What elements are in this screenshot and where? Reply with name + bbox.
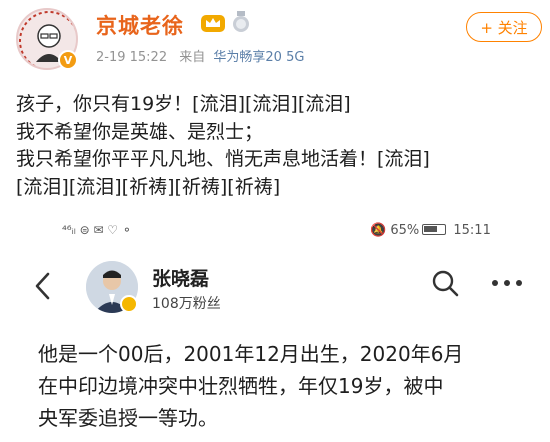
verified-v-icon: V: [58, 50, 78, 70]
more-icon[interactable]: [488, 268, 526, 298]
mute-icon: 🔕: [370, 223, 387, 238]
post-text-line: 我不希望你是英雄、是烈士；: [16, 120, 264, 143]
status-icons-right: 🔕 65% 15:11: [370, 223, 491, 238]
bio-line: 在中印边境冲突中壮烈牺牲，年仅19岁，被中: [38, 374, 444, 398]
post-text-line: 我只希望你平平凡凡地、悄无声息地活着！[流泪]: [16, 148, 430, 170]
crown-icon: [201, 15, 225, 32]
profile-bio-text: 他是一个00后，2001年12月出生，2020年6月 在中印边境冲突中壮烈牺牲，…: [38, 338, 538, 434]
status-bar: ⁴⁶ᵢₗ ⊜ ✉ ♡ ⚬ 🔕 65% 15:11: [0, 218, 550, 246]
profile-nav: 张晓磊 108万粉丝: [0, 258, 550, 324]
post-date: 2-19 15:22: [96, 50, 168, 65]
embedded-screenshot[interactable]: ⁴⁶ᵢₗ ⊜ ✉ ♡ ⚬ 🔕 65% 15:11 张晓磊 108万粉丝 他是一个…: [0, 218, 550, 442]
post-text: 孩子，你只有19岁！[流泪][流泪][流泪] 我不希望你是英雄、是烈士； 我只希…: [16, 91, 536, 201]
post-meta: 2-19 15:22 来自 华为畅享20 5G: [96, 46, 304, 65]
battery-percent: 65%: [390, 223, 420, 238]
back-icon[interactable]: [30, 268, 56, 304]
post-text-line: 孩子，你只有19岁！[流泪][流泪][流泪]: [16, 93, 351, 115]
username[interactable]: 京城老徐: [96, 10, 184, 40]
medal-icon: [233, 11, 249, 32]
bio-line: 央军委追授一等功。: [38, 406, 218, 430]
status-icons-left: ⁴⁶ᵢₗ ⊜ ✉ ♡ ⚬: [62, 223, 132, 237]
search-icon[interactable]: [430, 268, 460, 298]
post-text-line: [流泪][流泪][祈祷][祈祷][祈祷]: [16, 175, 281, 198]
bio-line: 他是一个00后，2001年12月出生，2020年6月: [38, 342, 464, 366]
source-device[interactable]: 华为畅享20 5G: [213, 50, 304, 65]
battery-icon: [422, 224, 447, 235]
profile-name[interactable]: 张晓磊: [152, 264, 209, 291]
post-header: V 京城老徐 2-19 15:22 来自 华为畅享20 5G + 关注: [0, 0, 550, 80]
verified-badge-icon: [120, 295, 138, 313]
follow-button[interactable]: + 关注: [466, 12, 542, 42]
profile-fans: 108万粉丝: [152, 296, 221, 312]
status-time: 15:11: [453, 223, 491, 238]
source-prefix: 来自: [179, 50, 206, 65]
